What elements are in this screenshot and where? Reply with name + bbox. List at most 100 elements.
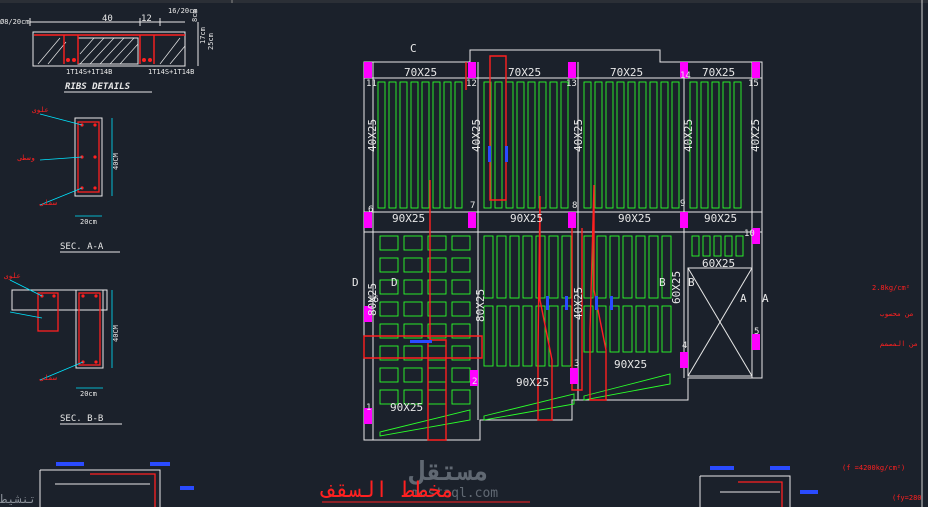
hollow-block: [379, 301, 399, 317]
sec-b-title: SEC. B-B: [60, 414, 103, 424]
rib-strip: [516, 81, 525, 209]
beam-label-vertical: 40X25: [682, 119, 695, 152]
hollow-block: [509, 305, 520, 367]
section-mark-c: C: [410, 42, 417, 55]
rib-strip: [649, 81, 658, 209]
column-number: 13: [566, 79, 577, 89]
rib-strip: [377, 81, 386, 209]
column-number: 10: [744, 229, 755, 239]
rib-label-left: Ø8/20cm: [0, 18, 30, 26]
column-number: 4: [682, 341, 687, 351]
hollow-block: [661, 305, 672, 353]
sec-a-height: 40CM: [112, 153, 120, 170]
rib-strip: [722, 81, 731, 209]
sec-a-width: 20cm: [80, 218, 97, 226]
beam-label-60: 60X25: [702, 257, 735, 270]
hollow-block: [609, 305, 620, 353]
hollow-block: [403, 235, 423, 251]
rib-dim-12: 12: [141, 14, 152, 24]
sec-a-title: SEC. A-A: [60, 242, 104, 252]
hollow-block: [427, 389, 447, 405]
section-mark-a-right: A: [762, 292, 769, 305]
rib-strip: [711, 81, 720, 209]
sec-b-height: 40CM: [112, 325, 120, 342]
beam-label-top: 70X25: [610, 66, 643, 79]
rib-strip: [724, 235, 733, 257]
beam-label-top: 70X25: [702, 66, 735, 79]
rib-strip: [660, 81, 669, 209]
dim-8cm: 8cm: [191, 9, 199, 22]
note-2: من المصمم: [880, 340, 918, 348]
hollow-block: [403, 257, 423, 273]
hollow-block: [451, 301, 471, 317]
column-number: 3: [574, 359, 579, 369]
section-mark-b-left: B: [659, 276, 666, 289]
column: [752, 62, 760, 78]
hollow-block: [609, 235, 620, 299]
rib-bar-left: 1T14S+1T14B: [66, 68, 112, 76]
rib-strip: [594, 81, 603, 209]
rib-strip: [454, 81, 463, 209]
rib-strip: [538, 81, 547, 209]
beam-label-vertical: 40X25: [749, 119, 762, 152]
hollow-block: [522, 235, 533, 299]
hollow-block: [427, 367, 447, 383]
rib-strip: [700, 81, 709, 209]
beam-label-mid: 90X25: [510, 212, 543, 225]
column-number: 6: [368, 205, 373, 215]
column-number: 15: [748, 79, 759, 89]
hollow-block: [622, 235, 633, 299]
rib-strip: [702, 235, 711, 257]
rib-bar-right: 1T14S+1T14B: [148, 68, 194, 76]
hollow-block: [596, 235, 607, 299]
rib-strip: [505, 81, 514, 209]
section-mark-d-right: D: [391, 276, 398, 289]
rib-strip: [583, 81, 592, 209]
hollow-block: [648, 235, 659, 299]
column: [680, 212, 688, 228]
column-number: 12: [466, 79, 477, 89]
sec-b-bot-bar: سفلى: [39, 374, 57, 382]
rib-strip: [410, 81, 419, 209]
beam-label-vertical: 60X25: [670, 271, 683, 304]
rib-strip: [443, 81, 452, 209]
hollow-block: [379, 235, 399, 251]
hollow-block: [403, 301, 423, 317]
column-number: 7: [470, 201, 475, 211]
column-number: 2: [472, 377, 477, 387]
sec-b-width: 20cm: [80, 390, 97, 398]
rib-strip: [527, 81, 536, 209]
column-number: 14: [680, 71, 691, 81]
cad-drawing-canvas: 40 12 16/20cm Ø8/20cm 1T14S+1T14B 1T14S+…: [0, 0, 928, 507]
hollow-block: [379, 257, 399, 273]
beam-label-bottom: 90X25: [614, 358, 647, 371]
hollow-block: [635, 235, 646, 299]
hollow-block: [561, 235, 572, 299]
column: [468, 212, 476, 228]
roof-plan: 70X25 70X25 70X25 70X25 90X25 90X25 90X25 90X25…: [352, 42, 769, 441]
beam-label-top: 70X25: [508, 66, 541, 79]
beam-label-bottom: 90X25: [390, 401, 423, 414]
ribs-details-title: RIBS DETAILS: [65, 82, 131, 92]
rib-strip: [560, 81, 569, 209]
beam-label-vertical: 40X25: [572, 287, 585, 320]
column-number: 11: [366, 79, 377, 89]
rib-strip: [494, 81, 503, 209]
beam-label-top: 70X25: [404, 66, 437, 79]
section-mark-d-left: D: [352, 276, 359, 289]
note-fy2: (fy=280: [892, 494, 922, 502]
beam-label-mid: 90X25: [704, 212, 737, 225]
hollow-block: [451, 389, 471, 405]
beam-label-vertical: 40X25: [366, 119, 379, 152]
hollow-block: [403, 279, 423, 295]
column: [568, 212, 576, 228]
column-number: 8: [572, 201, 577, 211]
angled-strip: [583, 373, 671, 401]
beam-label-mid: 90X25: [618, 212, 651, 225]
hollow-block: [635, 305, 646, 353]
rib-strip: [638, 81, 647, 209]
column-number: 9: [680, 199, 685, 209]
rib-strip: [733, 81, 742, 209]
hollow-block: [483, 235, 494, 299]
rib-strip: [432, 81, 441, 209]
